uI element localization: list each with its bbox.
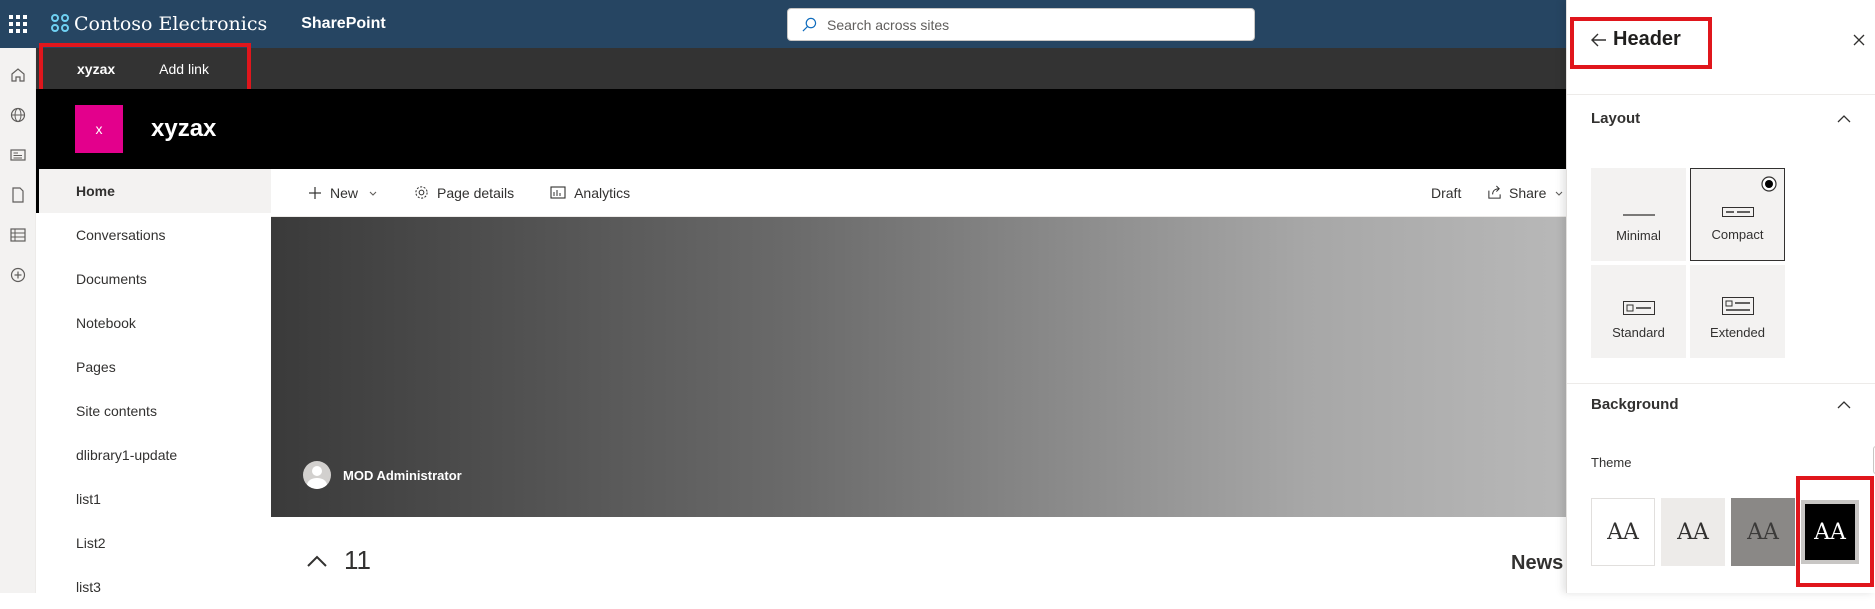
nav-item-list3[interactable]: list3	[36, 565, 271, 609]
suite-bar: Contoso Electronics SharePoint	[0, 0, 1566, 48]
site-title[interactable]: xyzax	[151, 115, 216, 143]
layout-option-label: Compact	[1711, 227, 1764, 242]
news-heading: News	[1511, 552, 1564, 574]
nav-item-pages[interactable]: Pages	[36, 345, 271, 389]
nav-item-site-contents[interactable]: Site contents	[36, 389, 271, 433]
page-details-button[interactable]: Page details	[414, 185, 514, 201]
background-heading: Background	[1591, 395, 1679, 413]
page-count: 11	[344, 545, 371, 575]
highlight-box-theme-option	[1796, 476, 1874, 587]
share-button[interactable]: Share	[1487, 185, 1564, 201]
layout-extended-icon	[1721, 297, 1754, 315]
layout-standard-icon	[1622, 301, 1655, 315]
layout-option-compact[interactable]: Compact	[1690, 168, 1785, 261]
author-name: MOD Administrator	[343, 467, 462, 483]
search-input[interactable]: Search across sites	[827, 17, 949, 33]
page-details-label: Page details	[437, 184, 515, 201]
layout-heading: Layout	[1591, 109, 1641, 127]
nav-item-list1[interactable]: list1	[36, 477, 271, 521]
layout-option-label: Minimal	[1616, 228, 1661, 243]
site-logo[interactable]: x	[75, 105, 123, 153]
nav-item-list2[interactable]: List2	[36, 521, 271, 565]
hub-navigation: xyzax Add link	[36, 48, 1566, 89]
site-navigation: Home Conversations Documents Notebook Pa…	[36, 169, 271, 595]
title-area-banner[interactable]: MOD Administrator	[271, 217, 1566, 517]
draft-status: Draft	[1431, 184, 1462, 201]
page-content-heading: 11	[306, 545, 371, 576]
analytics-label: Analytics	[574, 184, 631, 201]
nav-item-home[interactable]: Home	[36, 169, 271, 213]
new-button-label: New	[330, 184, 359, 201]
create-icon[interactable]	[0, 265, 36, 285]
avatar	[303, 461, 331, 489]
app-name[interactable]: SharePoint	[301, 15, 385, 33]
brand-name: Contoso Electronics	[74, 13, 268, 35]
chevron-down-icon	[1555, 191, 1563, 196]
search-box[interactable]: Search across sites	[787, 8, 1255, 41]
theme-label: Theme	[1591, 455, 1632, 470]
chevron-up-icon	[1837, 400, 1851, 408]
layout-option-label: Extended	[1710, 325, 1765, 340]
plus-icon	[309, 186, 321, 199]
theme-option-white[interactable]: AA	[1591, 498, 1655, 566]
news-icon[interactable]	[0, 145, 36, 165]
document-icon[interactable]	[0, 185, 36, 205]
analytics-icon	[550, 186, 566, 199]
chevron-up-icon	[1837, 114, 1851, 122]
left-app-rail	[0, 48, 36, 593]
search-icon	[802, 17, 817, 32]
radio-selected-icon	[1761, 176, 1777, 192]
chevron-up-icon[interactable]	[306, 554, 328, 568]
site-header: x xyzax	[36, 89, 1566, 169]
layout-section-header[interactable]: Layout	[1567, 95, 1875, 141]
app-launcher-icon[interactable]	[0, 0, 36, 48]
layout-option-minimal[interactable]: Minimal	[1591, 168, 1686, 261]
share-icon	[1488, 185, 1501, 199]
globe-icon[interactable]	[0, 105, 36, 125]
layout-option-standard[interactable]: Standard	[1591, 265, 1686, 358]
analytics-button[interactable]: Analytics	[550, 185, 630, 201]
nav-item-notebook[interactable]: Notebook	[36, 301, 271, 345]
close-icon[interactable]	[1853, 34, 1865, 46]
nav-item-conversations[interactable]: Conversations	[36, 213, 271, 257]
new-button[interactable]: New	[308, 185, 378, 201]
layout-minimal-icon	[1622, 214, 1655, 216]
theme-option-neutral[interactable]: AA	[1731, 498, 1795, 566]
brand-link[interactable]: Contoso Electronics	[50, 13, 267, 35]
home-icon[interactable]	[0, 65, 36, 85]
chevron-down-icon	[369, 191, 377, 196]
page-author: MOD Administrator	[303, 461, 462, 489]
contoso-logo-icon	[50, 13, 72, 35]
highlight-box-panel-title	[1570, 17, 1712, 69]
nav-item-dlibrary1-update[interactable]: dlibrary1-update	[36, 433, 271, 477]
command-bar: New Page details Analytics Draft Share	[271, 169, 1566, 217]
layout-compact-icon	[1721, 207, 1754, 217]
layout-options: Minimal Compact Standard Extended	[1591, 168, 1785, 358]
share-label: Share	[1509, 184, 1547, 201]
gear-icon	[415, 186, 428, 199]
list-icon[interactable]	[0, 225, 36, 245]
layout-option-label: Standard	[1612, 325, 1665, 340]
background-section-header[interactable]: Background	[1567, 384, 1875, 424]
theme-option-light[interactable]: AA	[1661, 498, 1725, 566]
layout-option-extended[interactable]: Extended	[1690, 265, 1785, 358]
nav-item-documents[interactable]: Documents	[36, 257, 271, 301]
